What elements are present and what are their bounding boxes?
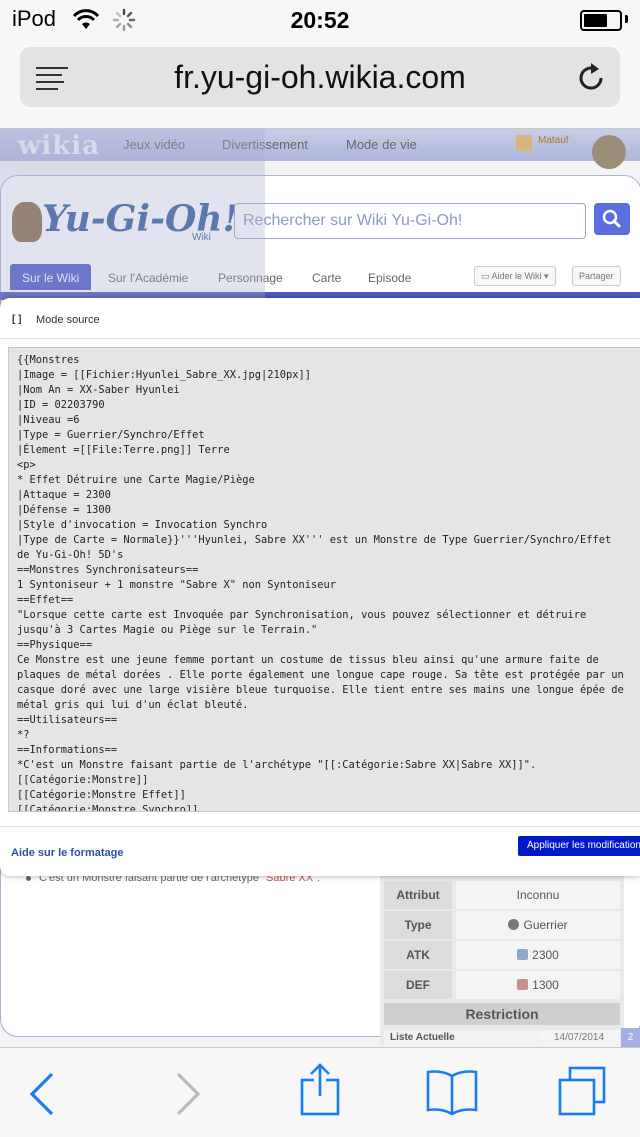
source-line: |Image = [[Fichier:Hyunlei_Sabre_XX.jpg|… [17,369,312,381]
source-line: de Yu-Gi-Oh! 5D's [17,549,124,561]
infobox-key: ATK [384,941,452,969]
source-line: <p> [17,459,36,471]
source-line: [[Catégorie:Monstre Effet]] [17,789,186,801]
source-line: |Élement =[[File:Terre.png]] Terre [17,444,230,456]
source-line: ==Monstres Synchronisateurs== [17,564,199,576]
source-line: * Effet Détruire une Carte Magie/Piège [17,474,255,486]
infobox-row-atk: ATK 2300 [384,941,620,969]
source-line: |Niveau =6 [17,414,80,426]
source-line: ==Physique== [17,639,93,651]
infobox-row-liste: Liste Actuelle 14/07/2014 [384,1030,620,1046]
back-icon[interactable] [28,1072,58,1121]
status-bar: iPod 20:52 [0,0,640,40]
infobox-row-def: DEF 1300 [384,971,620,999]
battery-icon [580,10,622,31]
infobox-key: DEF [384,971,452,999]
source-line: |Attaque = 2300 [17,489,111,501]
forward-icon[interactable] [172,1072,202,1121]
address-bar: fr.yu-gi-oh.wikia.com [0,40,640,129]
infobox-value: Inconnu [456,881,620,909]
source-editor-modal: [ ] Mode source {{Monstres |Image = [[Fic… [0,298,640,876]
tab-episode[interactable]: Episode [356,264,423,290]
reload-icon[interactable] [576,61,606,98]
infobox-value: 1300 [532,978,559,992]
scroll-indicator[interactable]: 2 [621,1028,640,1048]
liste-label: Liste Actuelle [384,1030,540,1046]
liste-value: 14/07/2014 [538,1030,620,1046]
restriction-header: Restriction [384,1003,620,1025]
source-line: |Défense = 1300 [17,504,111,516]
tabs-icon[interactable] [556,1066,608,1125]
search-placeholder: Rechercher sur Wiki Yu-Gi-Oh! [243,212,463,229]
source-line: ==Informations== [17,744,118,756]
source-line: |Style d'invocation = Invocation Synchro [17,519,268,531]
share-icon[interactable] [298,1062,342,1123]
source-line: ==Effet== [17,594,74,606]
infobox-value-cell: 1300 [456,971,620,999]
nav-mode-de-vie[interactable]: Mode de vie [346,137,417,152]
safari-toolbar [0,1047,640,1137]
modal-header: [ ] Mode source [0,298,640,339]
share-wiki-button[interactable]: Partager [572,266,621,286]
modal-title: Mode source [36,314,100,326]
infobox-value: 2300 [532,948,559,962]
source-line: "Lorsque cette carte est Invoquée par Sy… [17,609,587,621]
user-name[interactable]: Matauf [538,135,569,146]
clock-time: 20:52 [290,7,350,33]
source-line: jusqu'à 3 Cartes Magie ou Piège sur le T… [17,624,318,636]
infobox-key: Attribut [384,881,452,909]
source-line: casque doré avec une large visière bleue… [17,684,624,696]
help-wiki-label: Aider le Wiki [491,271,542,281]
infobox-value: Guerrier [523,918,568,932]
type-icon [508,919,520,930]
source-line: |Nom An = XX-Saber Hyunlei [17,384,180,396]
infobox-value-cell: Guerrier [456,911,620,939]
source-line: plaques de métal dorées . Elle porte éga… [17,669,624,681]
apply-changes-button[interactable]: Appliquer les modifications [518,836,640,856]
source-line: |Type de Carte = Normale}}'''Hyunlei, Sa… [17,534,612,546]
source-line: Ce Monstre est une jeune femme portant u… [17,654,599,666]
def-icon [517,979,529,990]
battery-fill [584,14,607,27]
bookmarks-icon[interactable] [424,1068,480,1123]
infobox-row-type: Type Guerrier [384,911,620,939]
source-line: *? [17,729,30,741]
source-line: |ID = 02203790 [17,399,105,411]
page-shade [0,129,265,300]
search-button[interactable] [594,203,630,235]
atk-icon [517,949,529,960]
infobox-row-attribut: Attribut Inconnu [384,881,620,909]
source-line: [[Catégorie:Monstre]] [17,774,149,786]
help-wiki-button[interactable]: ▭ Aider le Wiki ▾ [474,266,556,286]
search-icon [602,209,621,228]
modal-footer: Aide sur le formatage Appliquer les modi… [0,826,640,877]
wiki-search-input[interactable]: Rechercher sur Wiki Yu-Gi-Oh! [234,203,586,239]
infobox-key: Type [384,911,452,939]
battery-tip [625,15,628,23]
card-infobox: Attribut Inconnu Type Guerrier ATK 2300 … [380,875,624,1046]
source-line: *C'est un Monstre faisant partie de l'ar… [17,759,537,771]
brackets-icon: [ ] [12,314,22,325]
source-textarea[interactable]: {{Monstres |Image = [[Fichier:Hyunlei_Sab… [8,347,640,812]
infobox-value-cell: 2300 [456,941,620,969]
share-wiki-label: Partager [579,271,614,281]
tab-carte[interactable]: Carte [300,264,353,290]
source-line: métal gris qui lui d'un éclat bleuté. [17,699,249,711]
avatar[interactable] [592,135,626,169]
source-line: |Type = Guerrier/Synchro/Effet [17,429,205,441]
source-line: {{Monstres [17,354,80,366]
source-line: [[Catégorie:Monstre Synchro]] [17,804,199,812]
user-icon[interactable] [516,135,532,151]
url-text[interactable]: fr.yu-gi-oh.wikia.com [20,59,620,96]
source-line: 1 Syntoniseur + 1 monstre "Sabre X" non … [17,579,337,591]
source-line: ==Utilisateurs== [17,714,118,726]
url-field[interactable]: fr.yu-gi-oh.wikia.com [20,47,620,107]
formatting-help-link[interactable]: Aide sur le formatage [11,847,123,859]
